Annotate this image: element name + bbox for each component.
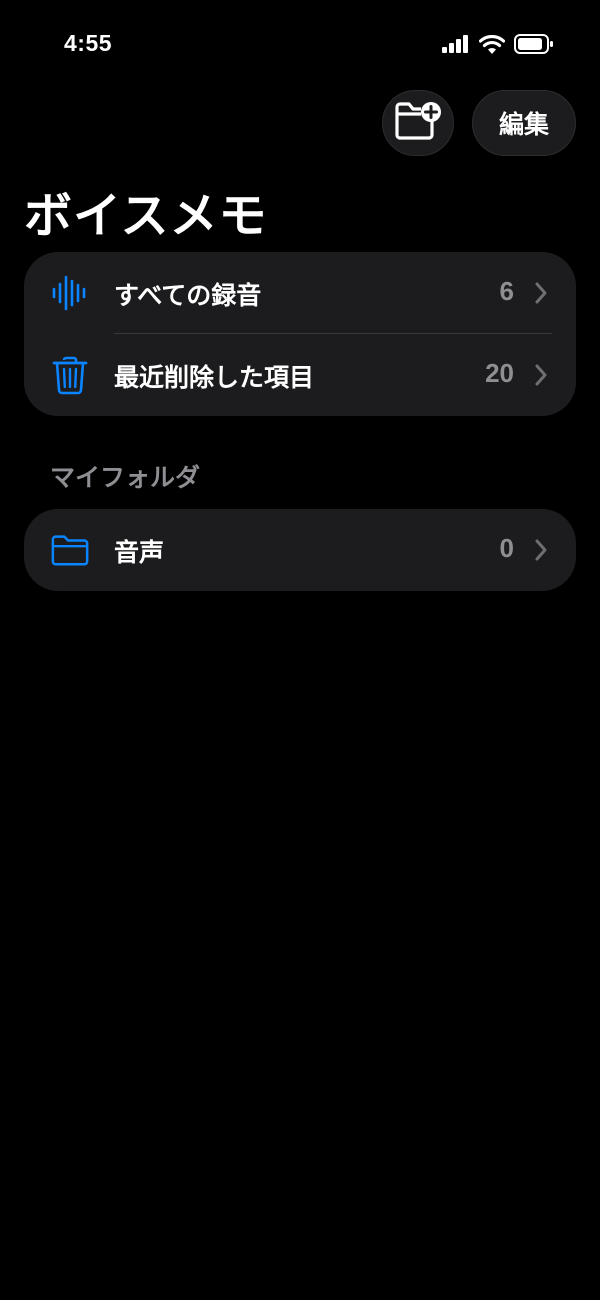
list-item-count: 6: [499, 276, 514, 306]
my-folders-header: マイフォルダ: [50, 463, 201, 492]
waveform-icon: [50, 273, 90, 313]
chevron-right-icon: [534, 281, 548, 305]
list-item-label: すべての録音: [114, 281, 262, 310]
list-item-recently-deleted[interactable]: 最近削除した項目 20: [24, 334, 576, 416]
status-bar: 4:55: [0, 28, 600, 64]
library-list: すべての録音 6 最近削除した項目 20: [24, 252, 576, 416]
chevron-right-icon: [534, 538, 548, 562]
list-item-folder[interactable]: 音声 0: [24, 509, 576, 591]
wifi-icon: [478, 34, 506, 58]
edit-button[interactable]: 編集: [472, 90, 576, 156]
folders-list: 音声 0: [24, 509, 576, 591]
status-icons: [442, 34, 554, 58]
list-item-count: 0: [499, 533, 514, 563]
list-item-all-recordings[interactable]: すべての録音 6: [24, 252, 576, 334]
folder-plus-icon: [393, 101, 443, 145]
trash-icon: [50, 355, 90, 395]
chevron-right-icon: [534, 363, 548, 387]
list-item-label: 音声: [114, 538, 165, 567]
battery-icon: [514, 34, 554, 58]
new-folder-button[interactable]: [382, 90, 454, 156]
page-title: ボイスメモ: [24, 188, 268, 244]
list-item-count: 20: [485, 358, 514, 388]
top-toolbar: 編集: [382, 90, 576, 156]
cellular-signal-icon: [442, 35, 470, 57]
list-item-label: 最近削除した項目: [114, 363, 315, 392]
folder-icon: [50, 530, 90, 570]
status-time: 4:55: [64, 30, 113, 56]
